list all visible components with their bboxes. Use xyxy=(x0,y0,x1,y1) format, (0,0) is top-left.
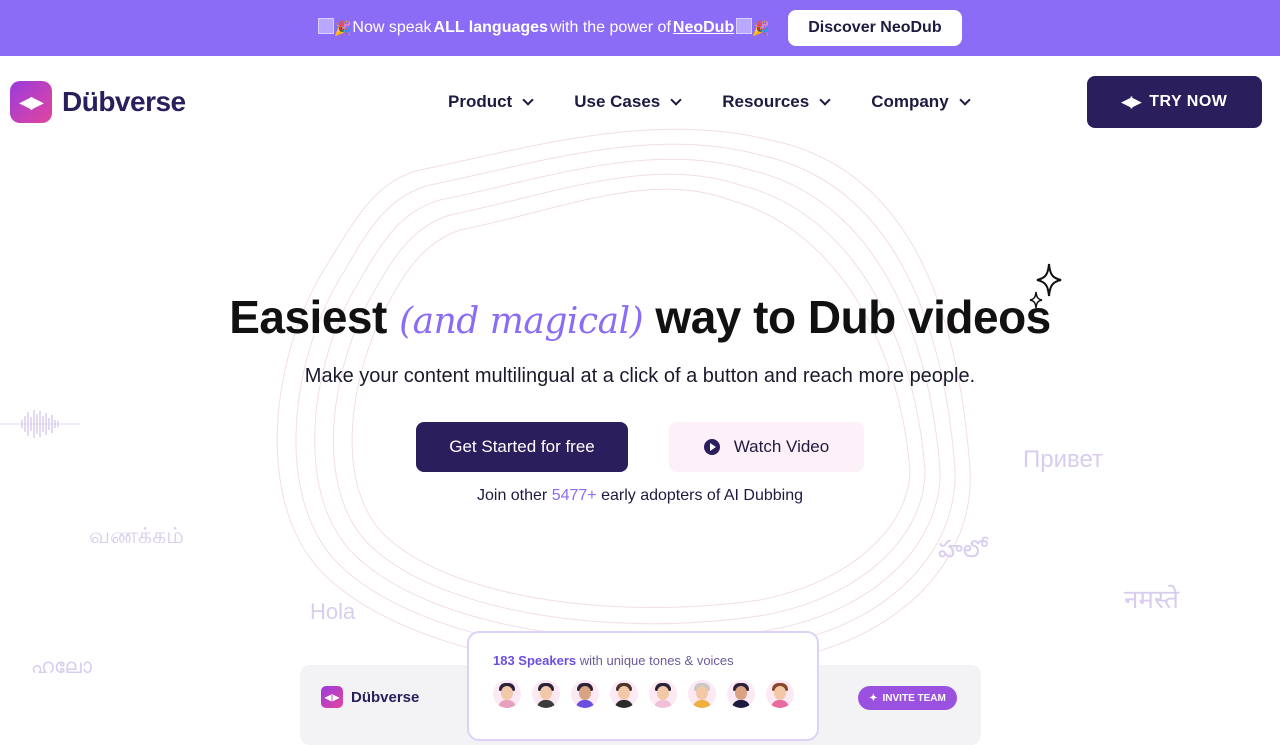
chevron-down-icon xyxy=(670,94,682,106)
dubverse-logo[interactable]: ◀|▶ Dübverse xyxy=(10,81,186,123)
avatar[interactable] xyxy=(493,680,521,708)
preview-logo-text: Dübverse xyxy=(351,688,420,706)
menu-label: Product xyxy=(448,92,513,111)
adopters-prefix: Join other xyxy=(476,487,552,504)
adopters-count: 5477+ xyxy=(551,487,597,504)
audio-waveform-icon xyxy=(0,410,80,438)
avatar[interactable] xyxy=(571,680,599,708)
logo-text: Dübverse xyxy=(62,86,186,117)
speakers-text: with unique tones & voices xyxy=(576,653,734,668)
get-started-button[interactable]: Get Started for free xyxy=(416,422,628,472)
menu-item-resources[interactable]: Resources xyxy=(722,92,831,112)
banner-prefix: Now speak xyxy=(352,19,432,36)
dubverse-play-icon: ◀|▶ xyxy=(1121,94,1142,109)
menu-label: Company xyxy=(871,92,949,111)
invite-label: INVITE TEAM xyxy=(882,692,946,704)
try-now-label: TRY NOW xyxy=(1149,93,1228,110)
banner-text: 🎉 Now speak ALL languages with the power… xyxy=(318,18,770,38)
hero-title: Easiest (and magical) way to Dub videos xyxy=(0,290,1280,344)
chevron-down-icon xyxy=(522,94,534,106)
discover-neodub-button[interactable]: Discover NeoDub xyxy=(788,10,962,46)
speakers-title: 183 Speakers with unique tones & voices xyxy=(493,653,734,668)
greeting-hindi: नमस्ते xyxy=(1124,584,1179,614)
speakers-count: 183 Speakers xyxy=(493,653,577,668)
avatar[interactable] xyxy=(766,680,794,708)
avatar[interactable] xyxy=(610,680,638,708)
hero-title-start: Easiest xyxy=(229,291,400,343)
main-menu: Product Use Cases Resources Company xyxy=(448,92,971,112)
hero-title-end: way to Dub videos xyxy=(643,291,1051,343)
avatar[interactable] xyxy=(727,680,755,708)
dubverse-logo-icon: ◀|▶ xyxy=(321,686,343,708)
speaker-avatars xyxy=(493,680,794,708)
menu-label: Resources xyxy=(722,92,810,111)
menu-item-use-cases[interactable]: Use Cases xyxy=(574,92,682,112)
greeting-malayalam: ഹലോ xyxy=(31,656,92,678)
menu-item-product[interactable]: Product xyxy=(448,92,534,112)
top-navigation: ◀|▶ Dübverse Product Use Cases Resources… xyxy=(0,56,1280,148)
try-now-button[interactable]: ◀|▶ TRY NOW xyxy=(1087,76,1262,128)
watch-video-label: Watch Video xyxy=(733,437,830,456)
greeting-russian: Привет xyxy=(1023,446,1104,473)
avatar[interactable] xyxy=(532,680,560,708)
speakers-card: 183 Speakers with unique tones & voices xyxy=(467,631,819,741)
invite-icon: ✦ xyxy=(869,692,878,704)
greeting-spanish: Hola xyxy=(310,599,356,624)
preview-logo: ◀|▶ Dübverse xyxy=(321,686,419,708)
hero-subtitle: Make your content multilingual at a clic… xyxy=(304,365,976,387)
announcement-banner: 🎉 Now speak ALL languages with the power… xyxy=(0,0,1280,56)
party-popper-icon: 🎉 xyxy=(318,18,352,38)
adopters-suffix: early adopters of AI Dubbing xyxy=(596,487,803,504)
party-popper-icon: 🎉 xyxy=(736,18,770,38)
banner-highlight: ALL languages xyxy=(433,19,548,36)
sparkle-icon xyxy=(1029,263,1062,309)
banner-middle: with the power of xyxy=(549,19,671,36)
menu-label: Use Cases xyxy=(574,92,661,111)
watch-video-button[interactable]: Watch Video xyxy=(669,422,864,472)
avatar[interactable] xyxy=(688,680,716,708)
invite-team-button[interactable]: ✦ INVITE TEAM xyxy=(858,686,957,710)
neodub-link[interactable]: NeoDub xyxy=(673,19,734,37)
greeting-telugu: హలో xyxy=(938,536,988,563)
menu-item-company[interactable]: Company xyxy=(871,92,971,112)
chevron-down-icon xyxy=(958,94,971,106)
chevron-down-icon xyxy=(819,94,831,106)
adopters-text: Join other 5477+ early adopters of AI Du… xyxy=(0,487,1280,505)
play-icon xyxy=(703,439,720,455)
dubverse-logo-icon: ◀|▶ xyxy=(10,81,52,123)
avatar[interactable] xyxy=(649,680,677,708)
hero-title-magic: (and magical) xyxy=(399,301,644,342)
greeting-tamil: வணக்கம் xyxy=(89,523,184,548)
